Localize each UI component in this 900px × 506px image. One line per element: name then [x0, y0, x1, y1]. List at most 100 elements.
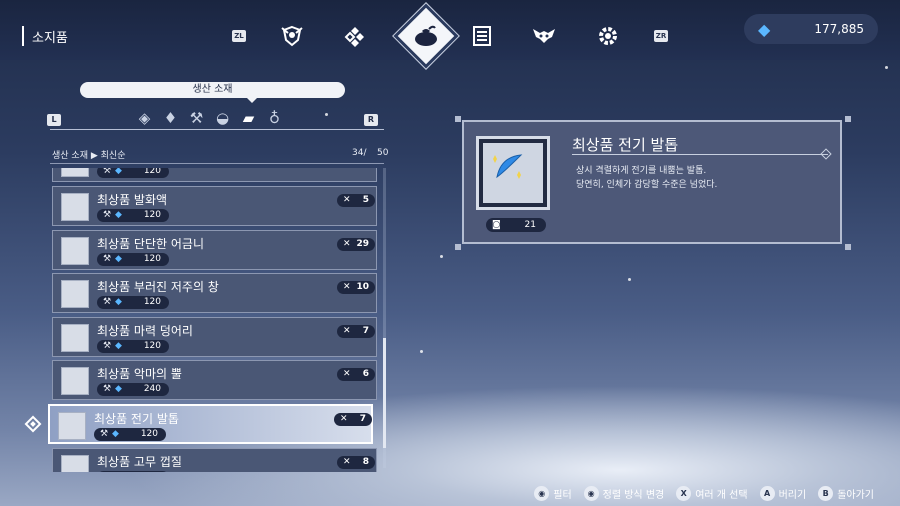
nav-tab-materials-active[interactable] — [397, 7, 455, 65]
electric-claw-icon — [493, 154, 523, 179]
item-name: 최상품 발화액 — [97, 193, 168, 207]
item-quantity: ✕ 8 — [337, 456, 375, 469]
item-level-pill: ⚒◆120 — [97, 168, 169, 178]
panel-corner — [455, 244, 461, 250]
bag-icon: ◙ — [492, 220, 501, 230]
crystal-icon: ◆ — [115, 471, 122, 472]
crystal-icon: ◆ — [115, 341, 122, 351]
item-list: ⚒ ◆ 120 최상품 발화액 ⚒ ◆ 120 ✕ 5 최상품 단단한 어금니 ⚒ ◆ 120… — [48, 168, 378, 472]
detail-description: 상시 격렬하게 전기를 내뿜는 발톱. 당연히, 인체가 감당할 수준은 넘었다… — [576, 166, 718, 190]
item-thumbnail — [58, 412, 86, 440]
zl-button[interactable]: ZL — [232, 30, 246, 42]
item-thumbnail — [61, 455, 89, 472]
hammer-icon: ⚒ — [103, 384, 112, 394]
hint-multi-select[interactable]: X 여러 개 선택 — [676, 485, 748, 501]
item-level-pill: ⚒◆120 — [97, 471, 169, 472]
crystal-icon: ◆ — [115, 168, 122, 176]
nav-tab-records[interactable] — [468, 22, 496, 50]
list-item[interactable]: 최상품 악마의 뿔 ⚒ ◆ 240 ✕ 6 — [52, 360, 377, 400]
category-label: 생산 소재 — [80, 82, 345, 98]
list-scrollbar[interactable] — [383, 168, 386, 468]
sort-category: 생산 소재 ▶ 최신순 — [52, 151, 126, 161]
title-accent-bar — [22, 26, 24, 46]
hint-back[interactable]: B 돌아가기 — [818, 485, 874, 501]
gear-icon — [599, 27, 617, 45]
item-thumbnail — [61, 193, 89, 221]
detail-quantity: ◙ 21 — [486, 218, 546, 232]
button-hints: ◉ 필터 ◉ 정렬 방식 변경 X 여러 개 선택 A 버리기 B 돌아가기 — [534, 484, 874, 502]
item-count: 34/ — [352, 148, 367, 158]
list-item-selected[interactable]: 최상품 전기 발톱 ⚒ ◆ 120 ✕ 7 — [48, 404, 373, 444]
crystal-currency-icon: ◆ — [758, 19, 771, 39]
item-name: 최상품 단단한 어금니 — [97, 237, 204, 251]
bat-mascot-icon — [533, 29, 555, 43]
fabric-icon[interactable]: ▰ — [240, 108, 257, 128]
item-name: 최상품 부러진 저주의 창 — [97, 280, 219, 294]
list-item[interactable]: 최상품 단단한 어금니 ⚒ ◆ 120 ✕ 29 — [52, 230, 377, 270]
item-thumbnail — [61, 367, 89, 395]
r-button[interactable]: R — [364, 114, 378, 126]
item-thumbnail — [61, 237, 89, 265]
category-icon-row: ◈ ♦ ⚒ ◒ ▰ ♁ — [136, 108, 283, 130]
list-item[interactable]: 최상품 마력 덩어리 ⚒ ◆ 120 ✕ 7 — [52, 317, 377, 357]
nav-tab-items[interactable] — [341, 22, 369, 50]
hammer-icon: ⚒ — [103, 168, 112, 176]
l-button[interactable]: L — [47, 114, 61, 126]
stick-icon: ◉ — [583, 485, 599, 501]
pouch-icon — [412, 22, 440, 50]
hammer-icon: ⚒ — [100, 429, 109, 439]
hint-filter[interactable]: ◉ 필터 — [534, 485, 572, 501]
item-thumbnail — [61, 280, 89, 308]
item-detail-panel: ◙ 21 최상품 전기 발톱 상시 격렬하게 전기를 내뿜는 발톱. 당연히, … — [462, 120, 842, 244]
divider-diamond-icon — [820, 148, 832, 160]
diamonds-icon — [344, 27, 364, 47]
list-item[interactable]: ⚒ ◆ 120 — [52, 168, 377, 182]
item-quantity: ✕ 5 — [337, 194, 375, 207]
page-title: 소지품 — [32, 30, 68, 46]
item-level-pill: ⚒◆120 — [97, 253, 169, 266]
zr-button[interactable]: ZR — [654, 30, 668, 42]
category-divider — [50, 129, 384, 130]
hammer-icon: ⚒ — [103, 297, 112, 307]
item-name: 최상품 악마의 뿔 — [97, 367, 182, 381]
item-level-pill: ⚒ ◆ 240 — [97, 383, 169, 396]
item-level-pill: ⚒◆120 — [97, 340, 169, 353]
hint-sort[interactable]: ◉ 정렬 방식 변경 — [583, 485, 664, 501]
mortar-icon[interactable]: ◒ — [214, 108, 231, 128]
detail-item-name: 최상품 전기 발톱 — [572, 136, 679, 154]
nav-tab-pets[interactable] — [530, 22, 558, 50]
item-quantity: ✕ 7 — [337, 325, 375, 338]
hammer-icon: ⚒ — [103, 254, 112, 264]
list-item[interactable]: 최상품 고무 껍질 ⚒◆120 ✕8 — [52, 448, 377, 472]
category-caret-icon — [247, 98, 257, 103]
list-item[interactable]: 최상품 부러진 저주의 창 ⚒ ◆ 120 ✕ 10 — [52, 273, 377, 313]
nav-tab-settings[interactable] — [594, 22, 622, 50]
currency-display: ◆ 177,885 — [744, 14, 878, 44]
potion-icon[interactable]: ♁ — [266, 108, 283, 128]
hammer-icon: ⚒ — [103, 210, 112, 220]
hammer-icon: ⚒ — [103, 341, 112, 351]
item-thumbnail — [61, 168, 89, 177]
crystal-icon: ◆ — [112, 429, 119, 439]
bone-icon[interactable]: ⚒ — [188, 108, 205, 128]
sort-row[interactable]: 생산 소재 ▶ 최신순 34/ 50 — [52, 148, 392, 162]
scrollbar-thumb[interactable] — [383, 338, 386, 448]
item-level-pill: ⚒◆120 — [97, 296, 169, 309]
item-quantity: ✕ 6 — [337, 368, 375, 381]
list-item[interactable]: 최상품 발화액 ⚒ ◆ 120 ✕ 5 — [52, 186, 377, 226]
shield-crest-icon — [281, 25, 303, 47]
diamond-stack-icon[interactable]: ◈ — [136, 108, 153, 128]
panel-corner — [845, 116, 851, 122]
crystal-icon: ◆ — [115, 297, 122, 307]
item-capacity: 50 — [377, 148, 389, 158]
item-name: 최상품 전기 발톱 — [94, 412, 179, 426]
panel-corner — [845, 244, 851, 250]
panel-corner — [455, 116, 461, 122]
gem-icon[interactable]: ♦ — [162, 108, 179, 128]
item-image-frame — [476, 136, 550, 210]
nav-tab-equipment[interactable] — [278, 22, 306, 50]
hint-discard[interactable]: A 버리기 — [759, 485, 806, 501]
selection-cursor-icon — [24, 415, 42, 433]
sort-divider — [50, 163, 384, 164]
item-level-pill: ⚒◆120 — [94, 428, 166, 441]
